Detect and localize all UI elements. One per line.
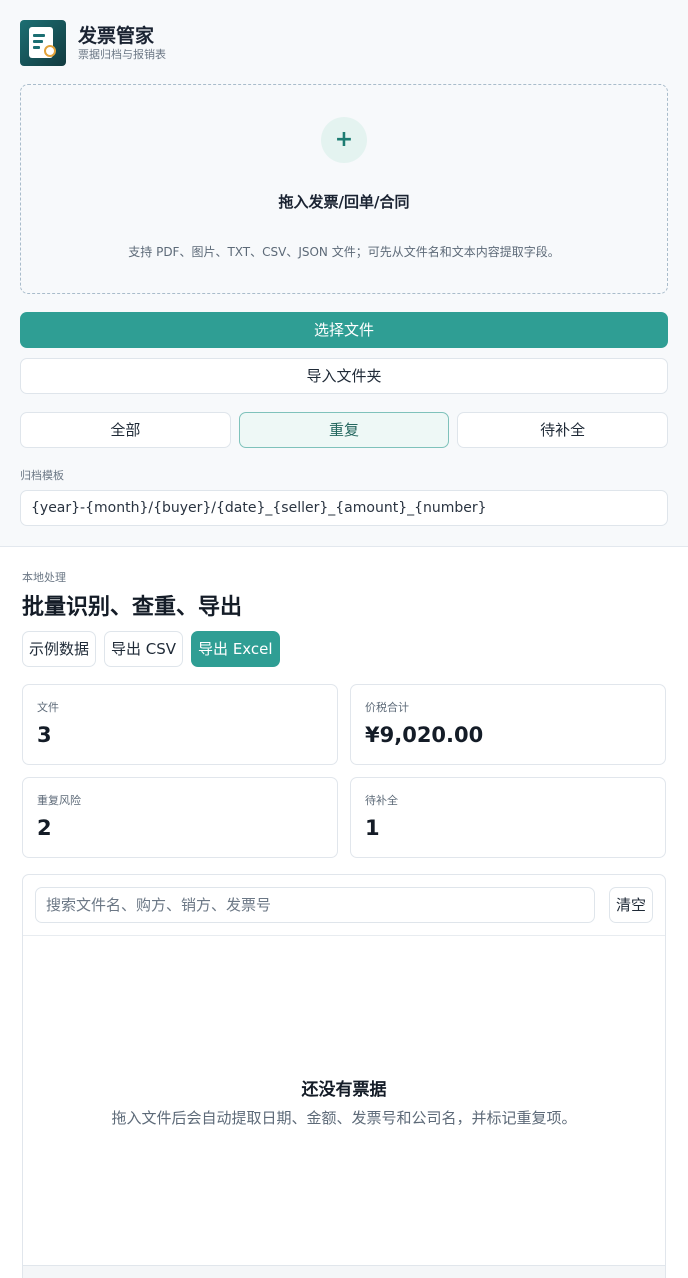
page-title: 批量识别、查重、导出 [22,595,243,620]
template-label: 归档模板 [20,469,64,482]
sample-data-button[interactable]: 示例数据 [22,631,97,667]
stat-value: 3 [37,723,52,747]
import-folder-button[interactable]: 导入文件夹 [20,358,668,394]
brand-header: 发票管家 票据归档与报销表 [20,20,668,66]
template-input[interactable]: {year}-{month}/{buyer}/{date}_{seller}_{… [20,490,668,526]
stat-value: 1 [365,816,380,840]
search-input[interactable] [35,887,595,923]
table-header [23,1265,665,1278]
dropzone-title: 拖入发票/回单/合同 [278,193,410,211]
clear-button[interactable]: 清空 [608,887,653,923]
main-panel: 本地处理 批量识别、查重、导出 示例数据 导出 CSV 导出 Excel 文件 … [0,547,688,1278]
stat-label: 待补全 [365,794,398,807]
stat-label: 重复风险 [37,794,81,807]
sidebar-panel: 发票管家 票据归档与报销表 + 拖入发票/回单/合同 支持 PDF、图片、TXT… [0,0,688,547]
plus-icon: + [321,117,367,163]
empty-state-hint: 拖入文件后会自动提取日期、金额、发票号和公司名，并标记重复项。 [111,1109,577,1127]
stat-label: 价税合计 [365,701,409,714]
export-csv-button[interactable]: 导出 CSV [104,631,184,667]
stats-grid: 文件 3 价税合计 ¥9,020.00 重复风险 2 待补全 1 [22,684,666,858]
app-subtitle: 票据归档与报销表 [78,48,166,61]
stat-label: 文件 [37,701,59,714]
search-row: 清空 [23,875,665,936]
stat-value: 2 [37,816,52,840]
choose-file-button[interactable]: 选择文件 [20,312,668,348]
app-title: 发票管家 [78,25,155,47]
app-logo-icon [20,20,66,66]
file-dropzone[interactable]: + 拖入发票/回单/合同 支持 PDF、图片、TXT、CSV、JSON 文件；可… [20,84,668,294]
action-toolbar: 示例数据 导出 CSV 导出 Excel [22,631,666,667]
dropzone-hint: 支持 PDF、图片、TXT、CSV、JSON 文件；可先从文件名和文本内容提取字… [128,245,560,259]
filter-all[interactable]: 全部 [20,412,231,448]
stat-card-duplicates: 重复风险 2 [22,777,338,858]
section-eyebrow: 本地处理 [22,571,66,584]
stat-card-total: 价税合计 ¥9,020.00 [350,684,666,765]
stat-card-incomplete: 待补全 1 [350,777,666,858]
export-excel-button[interactable]: 导出 Excel [191,631,280,667]
stat-value: ¥9,020.00 [365,723,484,747]
stat-card-files: 文件 3 [22,684,338,765]
filter-tabs: 全部 重复 待补全 [20,412,669,448]
filter-duplicate[interactable]: 重复 [238,412,450,448]
filter-incomplete[interactable]: 待补全 [457,412,669,448]
invoice-list-panel: 清空 还没有票据 拖入文件后会自动提取日期、金额、发票号和公司名，并标记重复项。 [22,874,666,1278]
empty-state-title: 还没有票据 [301,1080,387,1100]
